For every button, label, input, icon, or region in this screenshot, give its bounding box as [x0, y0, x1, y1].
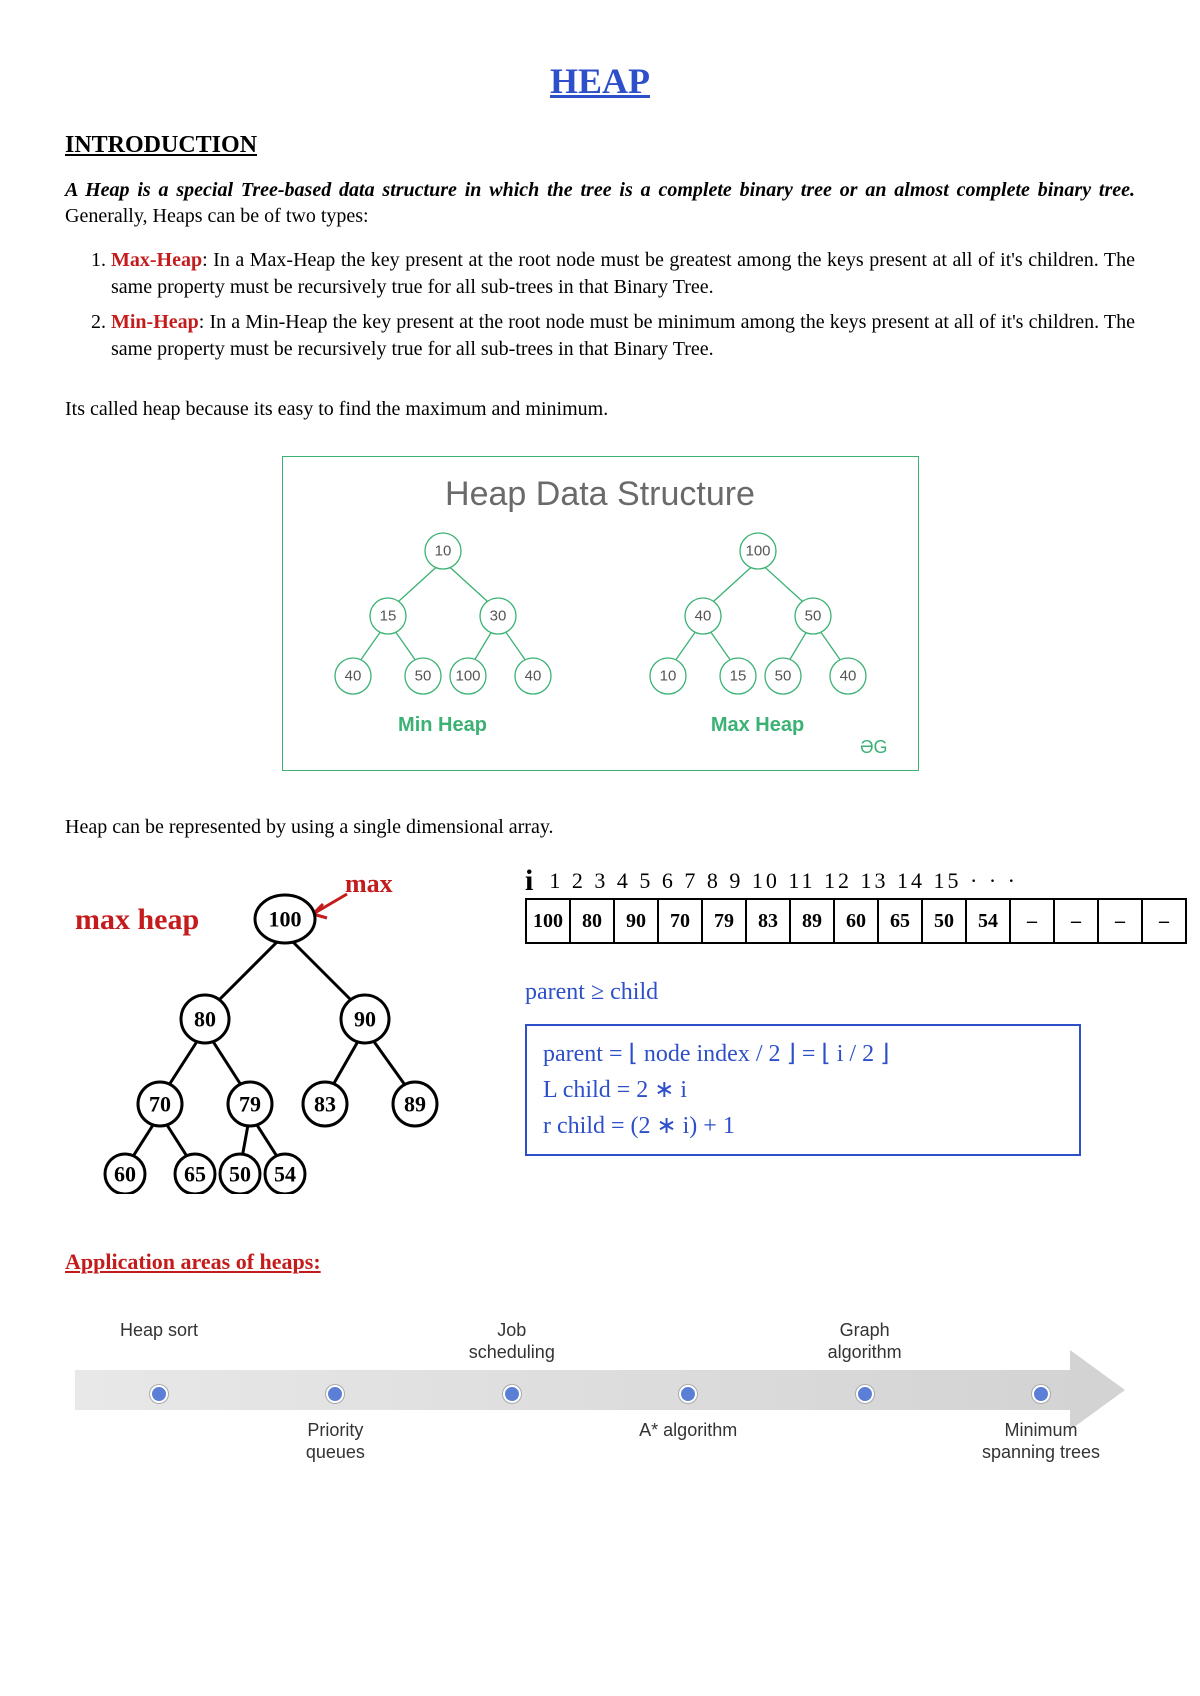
array-cell: 79: [703, 900, 747, 942]
min-heap-term: Min-Heap: [111, 311, 199, 333]
max-heap-desc: : In a Max-Heap the key present at the r…: [111, 249, 1135, 298]
svg-text:max: max: [345, 869, 393, 898]
svg-text:100: 100: [455, 668, 480, 685]
svg-text:10: 10: [659, 668, 676, 685]
array-cell: 90: [615, 900, 659, 942]
why-heap-line: Its called heap because its easy to find…: [65, 398, 1135, 421]
document-page: HEAP INTRODUCTION A Heap is a special Tr…: [0, 0, 1200, 1505]
max-heap-svg: 100 40 50 10 15 50 40: [628, 526, 888, 701]
svg-text:89: 89: [404, 1092, 426, 1117]
handwritten-figure-row: max heap max: [65, 864, 1135, 1199]
svg-text:60: 60: [114, 1162, 136, 1187]
array-cell: 80: [571, 900, 615, 942]
max-heap-term: Max-Heap: [111, 249, 202, 271]
application-dot: [326, 1385, 344, 1403]
array-cells-row: 10080907079838960655054––––: [525, 898, 1187, 944]
svg-text:100: 100: [269, 907, 302, 932]
index-variable-i: i: [525, 864, 533, 898]
application-dot: [1032, 1385, 1050, 1403]
svg-text:40: 40: [344, 668, 361, 685]
min-heap-svg: 10 15 30 40 50 100 40: [313, 526, 573, 701]
array-cell: 70: [659, 900, 703, 942]
array-cell: 54: [967, 900, 1011, 942]
svg-text:54: 54: [274, 1162, 296, 1187]
applications-arrow-chart: Heap sort Priorityqueues Jobscheduling A* a…: [75, 1305, 1125, 1465]
application-label: Priorityqueues: [306, 1420, 365, 1463]
array-cell: –: [1011, 900, 1055, 942]
svg-text:100: 100: [745, 543, 770, 560]
heap-types-list: Max-Heap: In a Max-Heap the key present …: [65, 247, 1135, 363]
min-heap-tree: 10 15 30 40 50 100 40 Min Heap: [313, 526, 573, 737]
application-dot: [856, 1385, 874, 1403]
array-cell: 89: [791, 900, 835, 942]
array-cell: –: [1099, 900, 1143, 942]
array-cell: –: [1143, 900, 1185, 942]
svg-text:50: 50: [414, 668, 431, 685]
svg-text:50: 50: [804, 608, 821, 625]
intro-paragraph: A Heap is a special Tree-based data stru…: [65, 177, 1135, 229]
svg-text:30: 30: [489, 608, 506, 625]
svg-text:70: 70: [149, 1092, 171, 1117]
svg-text:83: 83: [314, 1092, 336, 1117]
svg-text:40: 40: [524, 668, 541, 685]
array-cell: 60: [835, 900, 879, 942]
arrow-head-shape: [1070, 1350, 1125, 1430]
array-cell: 50: [923, 900, 967, 942]
svg-text:50: 50: [774, 668, 791, 685]
svg-text:max heap: max heap: [75, 903, 199, 936]
formula-left-child: L child = 2 ∗ i: [543, 1072, 1063, 1108]
svg-text:10: 10: [434, 543, 451, 560]
application-label: Heap sort: [120, 1320, 198, 1342]
min-heap-label: Min Heap: [313, 714, 573, 737]
application-label: A* algorithm: [639, 1420, 737, 1442]
intro-tail-text: Generally, Heaps can be of two types:: [65, 205, 369, 227]
svg-text:79: 79: [239, 1092, 261, 1117]
application-dot: [503, 1385, 521, 1403]
array-repr-line: Heap can be represented by using a singl…: [65, 816, 1135, 839]
svg-text:40: 40: [839, 668, 856, 685]
array-index-row: 1 2 3 4 5 6 7 8 9 10 11 12 13 14 15 · · …: [549, 868, 1018, 894]
array-cell: 100: [527, 900, 571, 942]
formula-parent-index: parent = ⌊ node index / 2 ⌋ = ⌊ i / 2 ⌋: [543, 1036, 1063, 1072]
application-label: Minimumspanning trees: [982, 1420, 1100, 1463]
svg-text:50: 50: [229, 1162, 251, 1187]
hand-array-cell: i 1 2 3 4 5 6 7 8 9 10 11 12 13 14 15 · …: [525, 864, 1187, 1156]
svg-text:80: 80: [194, 1007, 216, 1032]
array-cell: 83: [747, 900, 791, 942]
min-heap-desc: : In a Min-Heap the key present at the r…: [111, 311, 1135, 360]
max-heap-tree: 100 40 50 10 15 50 40 Max Heap: [628, 526, 888, 737]
arrow-bar-shape: [75, 1370, 1085, 1410]
figure-title: Heap Data Structure: [313, 475, 888, 514]
application-dot: [679, 1385, 697, 1403]
page-title: HEAP: [65, 60, 1135, 102]
application-label: Jobscheduling: [469, 1320, 555, 1363]
hand-max-heap-tree: max heap max: [65, 864, 495, 1194]
svg-text:65: 65: [184, 1162, 206, 1187]
list-item: Max-Heap: In a Max-Heap the key present …: [111, 247, 1135, 301]
application-dot: [150, 1385, 168, 1403]
max-heap-label: Max Heap: [628, 714, 888, 737]
svg-text:15: 15: [729, 668, 746, 685]
array-cell: 65: [879, 900, 923, 942]
heap-data-structure-figure: Heap Data Structure: [282, 456, 919, 771]
svg-text:15: 15: [379, 608, 396, 625]
gfg-logo-text: ƏG: [313, 737, 888, 758]
application-label: Graphalgorithm: [828, 1320, 902, 1363]
rule-parent-ge-child: parent ≥ child: [525, 974, 1187, 1010]
applications-heading: Application areas of heaps:: [65, 1249, 1135, 1275]
section-introduction-heading: INTRODUCTION: [65, 132, 1135, 159]
svg-text:40: 40: [694, 608, 711, 625]
intro-lead-text: A Heap is a special Tree-based data stru…: [65, 179, 1135, 201]
hand-tree-cell: max heap max: [65, 864, 495, 1199]
formula-right-child: r child = (2 ∗ i) + 1: [543, 1108, 1063, 1144]
formula-box: parent = ⌊ node index / 2 ⌋ = ⌊ i / 2 ⌋ …: [525, 1024, 1081, 1156]
list-item: Min-Heap: In a Min-Heap the key present …: [111, 309, 1135, 363]
svg-text:90: 90: [354, 1007, 376, 1032]
array-cell: –: [1055, 900, 1099, 942]
